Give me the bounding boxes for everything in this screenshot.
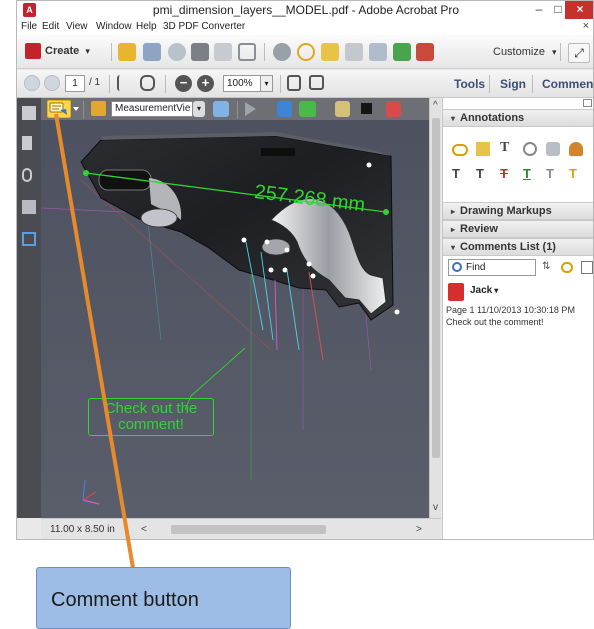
callout-label: Comment button (51, 589, 199, 611)
callout-arrow (54, 113, 135, 569)
callout-box: Comment button (36, 567, 291, 629)
